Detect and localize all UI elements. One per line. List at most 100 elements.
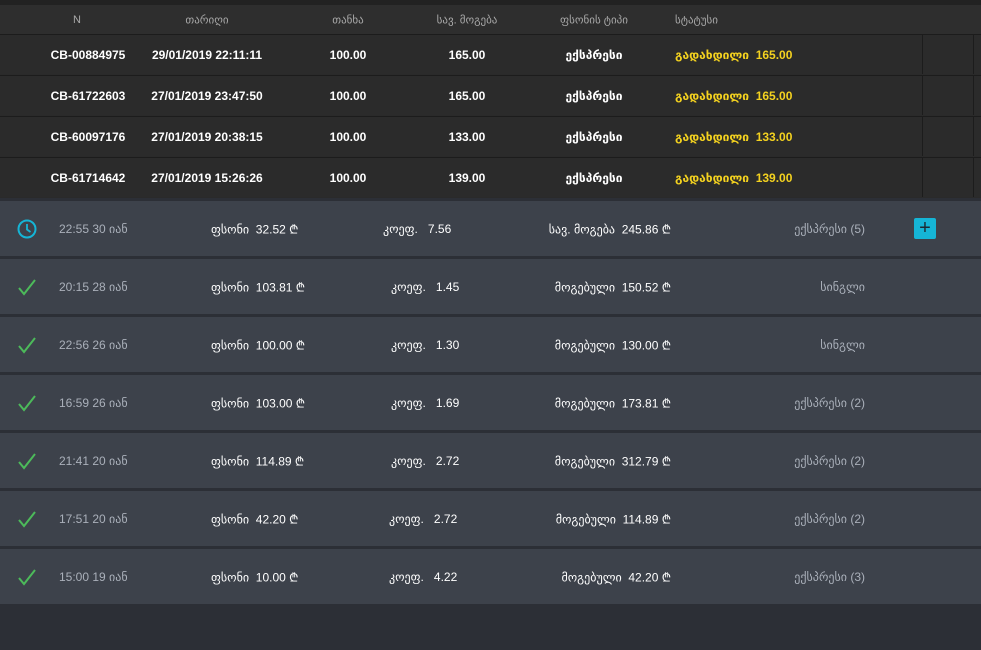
win-label: მოგებული <box>554 396 616 410</box>
win-value: 150.52 ₾ <box>621 280 671 294</box>
coef-label: კოეფ. <box>391 395 426 410</box>
bet-type: ექსპრესი (2) <box>794 453 865 468</box>
coef: კოეფ. 1.30 <box>391 338 459 352</box>
bet-type: ექსპრესი <box>565 47 623 62</box>
column-divider <box>922 35 923 74</box>
stake: ფსონი 103.81 ₾ <box>211 278 305 295</box>
check-icon <box>17 567 37 587</box>
header-possible-win: სავ. მოგება <box>436 14 498 26</box>
stake-value: 103.81 ₾ <box>255 280 306 294</box>
bet-type: ექსპრესი (3) <box>794 569 865 584</box>
bet-id: CB-61714642 <box>50 170 126 185</box>
bet-list-item[interactable]: 22:56 26 იან ფსონი 100.00 ₾ კოეფ. 1.30 მ… <box>0 317 981 372</box>
bet-type: სინგლი <box>820 279 865 294</box>
coef-value: 2.72 <box>435 453 460 468</box>
coef-value: 2.72 <box>433 511 458 526</box>
bet-time: 17:51 20 იან <box>59 511 128 526</box>
bet-type: ექსპრესი <box>565 129 623 144</box>
bet-amount: 100.00 <box>329 170 367 185</box>
bet-date: 27/01/2019 15:26:26 <box>151 170 263 185</box>
win: მოგებული 42.20 ₾ <box>561 568 671 585</box>
bet-list-item[interactable]: 21:41 20 იან ფსონი 114.89 ₾ კოეფ. 2.72 მ… <box>0 433 981 488</box>
status-amount: 133.00 <box>755 129 793 144</box>
status-label: გადახდილი <box>675 47 750 62</box>
bet-date: 27/01/2019 20:38:15 <box>151 129 263 144</box>
bet-status: გადახდილი 133.00 <box>675 130 792 144</box>
bet-amount: 100.00 <box>329 129 367 144</box>
coef-value: 7.56 <box>427 221 452 236</box>
win-value: 312.79 ₾ <box>621 454 671 468</box>
coef: კოეფ. 2.72 <box>389 512 457 526</box>
bet-list-item[interactable]: 15:00 19 იან ფსონი 10.00 ₾ კოეფ. 4.22 მო… <box>0 549 981 604</box>
win-value: 245.86 ₾ <box>621 222 671 236</box>
bet-status: გადახდილი 165.00 <box>675 48 792 62</box>
coef: კოეფ. 1.69 <box>391 396 459 410</box>
win-label: მოგებული <box>554 338 616 352</box>
bet-time: 15:00 19 იან <box>59 569 128 584</box>
stake-label: ფსონი <box>211 280 250 294</box>
bet-type: ექსპრესი <box>565 170 623 185</box>
bet-list-item[interactable]: 20:15 28 იან ფსონი 103.81 ₾ კოეფ. 1.45 მ… <box>0 259 981 314</box>
bet-type: ექსპრესი (2) <box>794 395 865 410</box>
win-value: 114.89 ₾ <box>622 512 671 526</box>
stake: ფსონი 10.00 ₾ <box>211 568 298 585</box>
table-row[interactable]: CB-00884975 29/01/2019 22:11:11 100.00 1… <box>0 34 981 74</box>
check-icon <box>17 509 37 529</box>
coef-label: კოეფ. <box>389 511 424 526</box>
bet-possible-win: 133.00 <box>448 129 486 144</box>
status-amount: 165.00 <box>755 88 793 103</box>
bet-date: 27/01/2019 23:47:50 <box>151 88 263 103</box>
check-icon <box>17 393 37 413</box>
coef: კოეფ. 2.72 <box>391 454 459 468</box>
column-divider <box>922 117 923 156</box>
table-row[interactable]: CB-61714642 27/01/2019 15:26:26 100.00 1… <box>0 157 981 197</box>
table-row[interactable]: CB-61722603 27/01/2019 23:47:50 100.00 1… <box>0 75 981 115</box>
status-label: გადახდილი <box>675 170 750 185</box>
coef-value: 4.22 <box>433 569 458 584</box>
bet-type: ექსპრესი (2) <box>794 511 865 526</box>
coef-label: კოეფ. <box>389 569 424 584</box>
clock-icon <box>17 219 37 239</box>
stake-value: 10.00 ₾ <box>255 570 299 584</box>
stake-value: 114.89 ₾ <box>255 454 305 468</box>
header-date: თარიღი <box>185 14 229 26</box>
stake: ფსონი 103.00 ₾ <box>211 394 305 411</box>
bet-time: 20:15 28 იან <box>59 279 128 294</box>
bet-status: გადახდილი 165.00 <box>675 89 792 103</box>
bet-list-item[interactable]: 16:59 26 იან ფსონი 103.00 ₾ კოეფ. 1.69 მ… <box>0 375 981 430</box>
win: მოგებული 312.79 ₾ <box>555 452 671 469</box>
bet-possible-win: 165.00 <box>448 88 486 103</box>
bet-list-item[interactable]: 22:55 30 იან ფსონი 32.52 ₾ კოეფ. 7.56 სა… <box>0 201 981 256</box>
expand-plus-button[interactable]: + <box>914 218 936 239</box>
status-label: გადახდილი <box>675 129 750 144</box>
bet-history-table: N თარიღი თანხა სავ. მოგება ფსონის ტიპი ს… <box>0 0 981 198</box>
bet-amount: 100.00 <box>329 88 367 103</box>
coef-label: კოეფ. <box>383 221 418 236</box>
coef-label: კოეფ. <box>391 453 426 468</box>
header-n: N <box>73 13 81 26</box>
bet-id: CB-61722603 <box>50 88 126 103</box>
coef-label: კოეფ. <box>391 337 426 352</box>
header-bet-type: ფსონის ტიპი <box>560 14 628 26</box>
win-value: 42.20 ₾ <box>628 570 671 584</box>
win-value: 130.00 ₾ <box>621 338 671 352</box>
win: მოგებული 130.00 ₾ <box>555 336 671 353</box>
coef: კოეფ. 4.22 <box>389 570 457 584</box>
win-label: მოგებული <box>555 512 616 526</box>
win-label: მოგებული <box>554 454 616 468</box>
bet-time: 16:59 26 იან <box>59 395 128 410</box>
bet-list-item[interactable]: 17:51 20 იან ფსონი 42.20 ₾ კოეფ. 2.72 მო… <box>0 491 981 546</box>
stake-label: ფსონი <box>211 570 250 584</box>
coef-label: კოეფ. <box>391 279 426 294</box>
check-icon <box>17 277 37 297</box>
win: მოგებული 114.89 ₾ <box>556 510 671 527</box>
header-status: სტატუსი <box>675 14 718 26</box>
win-label: მოგებული <box>561 570 622 584</box>
win-label: სავ. მოგება <box>548 222 616 236</box>
column-divider <box>973 76 974 115</box>
win-label: მოგებული <box>554 280 616 294</box>
stake-value: 100.00 ₾ <box>255 338 306 352</box>
table-row[interactable]: CB-60097176 27/01/2019 20:38:15 100.00 1… <box>0 116 981 156</box>
status-label: გადახდილი <box>675 88 750 103</box>
coef-value: 1.69 <box>435 395 460 410</box>
